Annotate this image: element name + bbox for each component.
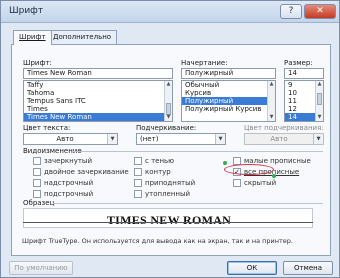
checkbox-label: контур bbox=[145, 168, 171, 176]
font-list-scrollbar[interactable]: ▲ ▼ bbox=[164, 81, 172, 121]
underline-color-label: Цвет подчеркивания: bbox=[244, 124, 324, 132]
style-label: Начертание: bbox=[181, 59, 228, 67]
font-input[interactable]: Times New Roman bbox=[23, 68, 173, 79]
style-input[interactable]: Полужирный bbox=[181, 68, 276, 79]
default-button[interactable]: По умолчанию bbox=[9, 261, 73, 275]
size-list-scrollbar[interactable]: ▲ ▼ bbox=[315, 81, 323, 121]
scroll-down-icon[interactable]: ▼ bbox=[165, 114, 172, 121]
style-list-scrollbar[interactable]: ▲ ▼ bbox=[267, 81, 275, 121]
checkbox-label: с тенью bbox=[145, 157, 175, 165]
font-list-item[interactable]: Times bbox=[24, 105, 172, 113]
title-bar: Шрифт ? ✕ bbox=[1, 1, 339, 23]
tab-font[interactable]: Шрифт bbox=[13, 30, 52, 45]
marker-dot-icon bbox=[223, 161, 227, 165]
underline-select[interactable]: (нет) ▼ bbox=[136, 133, 226, 145]
checkbox-label: подстрочный bbox=[44, 190, 94, 198]
highlight-ellipse bbox=[224, 164, 274, 175]
sample-divider bbox=[53, 203, 323, 204]
checkbox-label: надстрочный bbox=[44, 179, 94, 187]
size-list[interactable]: 9 10 11 12 14 ▲ ▼ bbox=[284, 80, 324, 122]
checkbox-label: скрытый bbox=[244, 179, 277, 187]
close-button[interactable]: ✕ bbox=[304, 4, 336, 19]
size-input[interactable]: 14 bbox=[284, 68, 324, 79]
cancel-button[interactable]: Отмена bbox=[283, 261, 333, 275]
sample-label: Образец bbox=[23, 199, 55, 207]
dialog-title: Шрифт bbox=[9, 6, 44, 16]
underline-color-value: Авто bbox=[270, 135, 288, 143]
font-description: Шрифт TrueType. Он используется для выво… bbox=[22, 237, 293, 245]
scroll-up-icon[interactable]: ▲ bbox=[316, 81, 323, 88]
style-list-item[interactable]: Полужирный Курсив bbox=[182, 105, 275, 113]
checkbox-label: зачеркнутый bbox=[44, 157, 92, 165]
scroll-thumb[interactable] bbox=[317, 93, 322, 105]
underline-color-select: Авто ▼ bbox=[244, 133, 324, 145]
font-list[interactable]: Taffy Tahoma Tempus Sans ITC Times Times… bbox=[23, 80, 173, 122]
checkbox-box[interactable] bbox=[134, 190, 142, 198]
help-button[interactable]: ? bbox=[280, 4, 302, 19]
checkbox-label: приподнятый bbox=[145, 179, 196, 187]
checkbox-box[interactable] bbox=[33, 157, 41, 165]
font-list-item[interactable]: Tempus Sans ITC bbox=[24, 97, 172, 105]
scroll-up-icon[interactable]: ▲ bbox=[268, 81, 275, 88]
font-list-item-selected[interactable]: Times New Roman bbox=[24, 113, 172, 121]
sample-text: TIMES NEW ROMAN bbox=[106, 213, 232, 227]
font-label: Шрифт: bbox=[23, 59, 52, 67]
style-list-item[interactable]: Курсив bbox=[182, 89, 275, 97]
style-list[interactable]: Обычный Курсив Полужирный Полужирный Кур… bbox=[181, 80, 276, 122]
scroll-up-icon[interactable]: ▲ bbox=[165, 81, 172, 88]
effects-divider bbox=[73, 151, 323, 152]
checkbox-box[interactable] bbox=[33, 190, 41, 198]
chevron-down-icon[interactable]: ▼ bbox=[107, 134, 117, 144]
checkbox-box[interactable] bbox=[134, 157, 142, 165]
size-label: Размер: bbox=[284, 59, 313, 67]
style-list-item-selected[interactable]: Полужирный bbox=[182, 97, 275, 105]
text-color-value: Авто bbox=[56, 135, 74, 143]
font-dialog: Шрифт ? ✕ Шрифт Дополнительно Шрифт: Tim… bbox=[0, 0, 340, 278]
ok-button[interactable]: ОК bbox=[227, 261, 277, 275]
font-list-item[interactable]: Taffy bbox=[24, 81, 172, 89]
sample-baseline bbox=[23, 222, 313, 223]
text-color-label: Цвет текста: bbox=[23, 124, 71, 132]
sample-preview: TIMES NEW ROMAN bbox=[23, 208, 313, 228]
underline-value: (нет) bbox=[140, 135, 159, 143]
checkbox-box[interactable] bbox=[233, 179, 241, 187]
marker-dot-icon bbox=[272, 174, 276, 178]
checkbox-box[interactable] bbox=[134, 179, 142, 187]
chevron-down-icon[interactable]: ▼ bbox=[215, 134, 225, 144]
underline-label: Подчеркивание: bbox=[136, 124, 197, 132]
checkbox-box[interactable] bbox=[33, 168, 41, 176]
text-color-select[interactable]: Авто ▼ bbox=[23, 133, 118, 145]
checkbox-label: утопленный bbox=[145, 190, 191, 198]
checkbox-box[interactable] bbox=[33, 179, 41, 187]
checkbox-label: двойное зачеркивание bbox=[44, 168, 129, 176]
scroll-down-icon[interactable]: ▼ bbox=[268, 114, 275, 121]
style-list-item[interactable]: Обычный bbox=[182, 81, 275, 89]
tab-advanced[interactable]: Дополнительно bbox=[47, 30, 118, 44]
scroll-down-icon[interactable]: ▼ bbox=[316, 114, 323, 121]
chevron-down-icon: ▼ bbox=[313, 134, 323, 144]
checkbox-box[interactable] bbox=[134, 168, 142, 176]
font-list-item[interactable]: Tahoma bbox=[24, 89, 172, 97]
